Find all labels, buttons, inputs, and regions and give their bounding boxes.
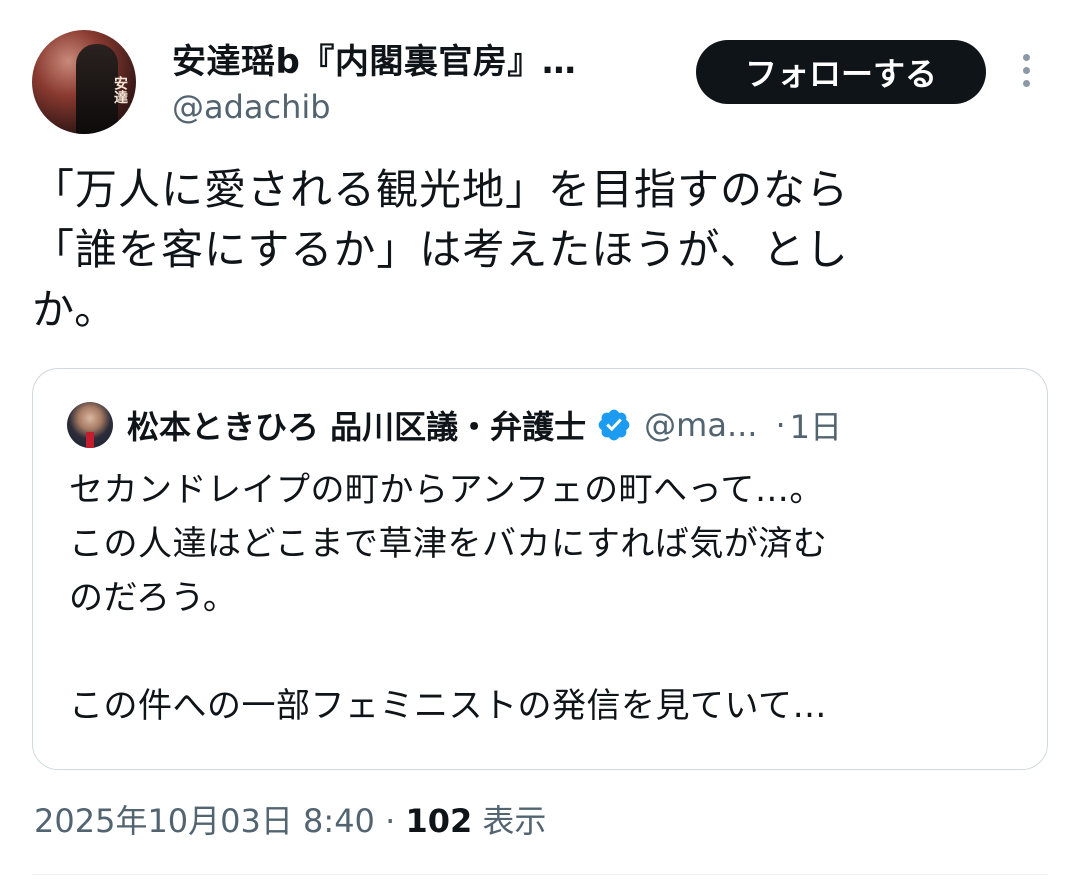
tweet-line: 「万人に愛される観光地」を目指すのなら <box>32 165 850 214</box>
quoted-line: のだろう。 <box>69 578 238 618</box>
quoted-tweet[interactable]: 松本ときひろ 品川区議・弁護士 @ma... · 1日 セカンドレイプの町からア… <box>32 368 1048 770</box>
verified-badge-icon <box>598 409 630 441</box>
follow-button[interactable]: フォローする <box>696 40 986 104</box>
quoted-line <box>69 625 1029 679</box>
tweet-header: 安達 安達瑶b『内閣裏官房』… @adachib フォローする <box>32 30 1052 136</box>
tweet-line: 「誰を客にするか」は考えたほうが、とし <box>32 225 849 274</box>
author-display-name[interactable]: 安達瑶b『内閣裏官房』… <box>172 34 576 83</box>
meta-separator: · <box>385 802 396 840</box>
views-label: 表示 <box>482 802 547 840</box>
tweet-meta: 2025年10月03日 8:40 · 102 表示 <box>34 796 546 842</box>
views-count: 102 <box>405 802 473 840</box>
quoted-tweet-header: 松本ときひろ 品川区議・弁護士 @ma... · 1日 <box>67 399 842 451</box>
author-handle[interactable]: @adachib <box>172 88 331 126</box>
tweet-line: か。 <box>32 285 118 334</box>
quoted-tweet-text: セカンドレイプの町からアンフェの町へって…。 この人達はどこまで草津をバカにすれ… <box>69 463 1029 733</box>
tweet-timestamp[interactable]: 2025年10月03日 8:40 <box>34 802 375 840</box>
author-avatar[interactable]: 安達 <box>32 30 136 134</box>
quoted-author-handle[interactable]: @ma... <box>644 406 757 444</box>
quoted-author-avatar[interactable] <box>67 402 113 448</box>
quoted-author-name[interactable]: 松本ときひろ 品川区議・弁護士 <box>127 402 586 448</box>
quoted-line: この人達はどこまで草津をバカにすれば気が済む <box>69 524 828 564</box>
quoted-timestamp[interactable]: 1日 <box>790 402 842 448</box>
more-dots-vertical-icon[interactable] <box>1016 54 1036 94</box>
tweet-text: 「万人に愛される観光地」を目指すのなら 「誰を客にするか」は考えたほうが、とし … <box>32 160 1042 340</box>
quoted-line: この件への一部フェミニストの発信を見ていて… <box>69 686 827 726</box>
quoted-separator: · <box>775 406 786 444</box>
quoted-line: セカンドレイプの町からアンフェの町へって…。 <box>69 470 824 510</box>
divider <box>32 874 1048 875</box>
avatar-text: 安達 <box>112 76 128 104</box>
